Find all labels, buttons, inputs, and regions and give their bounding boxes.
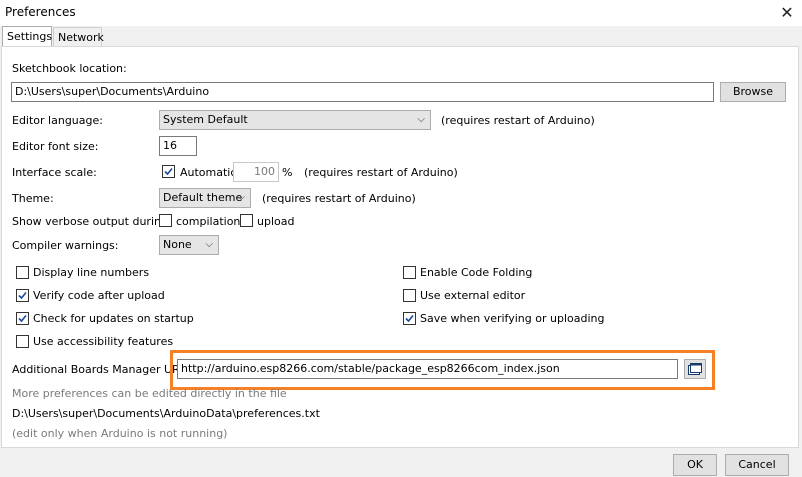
- preferences-path: D:\Users\super\Documents\ArduinoData\pre…: [12, 407, 320, 420]
- verify-after-upload-label: Verify code after upload: [33, 289, 165, 302]
- check-icon: [18, 291, 27, 300]
- theme-note: (requires restart of Arduino): [262, 192, 416, 205]
- sketchbook-input[interactable]: D:\Users\super\Documents\Arduino: [11, 82, 714, 102]
- accessibility-label: Use accessibility features: [33, 335, 174, 348]
- highlight-box: [170, 350, 715, 390]
- editor-language-value: System Default: [163, 113, 248, 126]
- verbose-upload-label: upload: [257, 215, 295, 228]
- save-when-verifying-checkbox[interactable]: [403, 312, 416, 325]
- compiler-warnings-select[interactable]: None ⌵: [159, 235, 219, 255]
- edit-note: (edit only when Arduino is not running): [12, 427, 228, 440]
- theme-label: Theme:: [12, 192, 54, 205]
- theme-value: Default theme: [163, 191, 243, 204]
- ok-button[interactable]: OK: [673, 454, 717, 476]
- external-editor-label: Use external editor: [420, 289, 526, 302]
- scale-input[interactable]: 100: [233, 162, 279, 182]
- save-when-verifying-label: Save when verifying or uploading: [420, 312, 605, 325]
- browse-button[interactable]: Browse: [720, 82, 786, 102]
- automatic-label: Automatic: [180, 166, 237, 179]
- editor-language-label: Editor language:: [12, 114, 103, 127]
- tab-settings[interactable]: Settings: [2, 26, 52, 46]
- editor-language-note: (requires restart of Arduino): [441, 114, 595, 127]
- external-editor-checkbox[interactable]: [403, 289, 416, 302]
- boards-manager-label: Additional Boards Manager URLs:: [12, 363, 196, 376]
- compiler-warnings-value: None: [163, 238, 192, 251]
- interface-scale-label: Interface scale:: [12, 166, 97, 179]
- automatic-checkbox[interactable]: [162, 165, 175, 178]
- code-folding-label: Enable Code Folding: [420, 266, 533, 279]
- window-title: Preferences: [5, 5, 76, 19]
- chevron-down-icon: ⌵: [417, 114, 425, 125]
- check-icon: [164, 167, 173, 176]
- verbose-label: Show verbose output during:: [12, 215, 172, 228]
- verbose-compilation-label: compilation: [176, 215, 241, 228]
- cancel-button[interactable]: Cancel: [725, 454, 789, 476]
- font-size-label: Editor font size:: [12, 140, 99, 153]
- tab-network[interactable]: Network: [53, 27, 104, 46]
- title-bar: Preferences ✕: [0, 0, 802, 26]
- check-updates-checkbox[interactable]: [16, 312, 29, 325]
- code-folding-checkbox[interactable]: [403, 266, 416, 279]
- check-icon: [18, 314, 27, 323]
- font-size-input[interactable]: 16: [159, 136, 197, 156]
- display-line-numbers-checkbox[interactable]: [16, 266, 29, 279]
- verbose-compilation-checkbox[interactable]: [159, 214, 172, 227]
- check-updates-label: Check for updates on startup: [33, 312, 194, 325]
- more-prefs-line: More preferences can be edited directly …: [12, 387, 287, 400]
- theme-select[interactable]: Default theme ⌵: [159, 188, 251, 208]
- editor-language-select[interactable]: System Default ⌵: [159, 110, 431, 130]
- tab-strip: Settings Network: [0, 26, 802, 46]
- percent-label: %: [282, 166, 293, 179]
- verbose-upload-checkbox[interactable]: [240, 214, 253, 227]
- chevron-down-icon: ⌵: [237, 192, 245, 203]
- interface-scale-note: (requires restart of Arduino): [304, 166, 458, 179]
- check-icon: [405, 314, 414, 323]
- compiler-warnings-label: Compiler warnings:: [12, 239, 119, 252]
- close-icon[interactable]: ✕: [776, 2, 798, 24]
- dialog-footer: OK Cancel: [0, 448, 802, 477]
- accessibility-checkbox[interactable]: [16, 335, 29, 348]
- verify-after-upload-checkbox[interactable]: [16, 289, 29, 302]
- display-line-numbers-label: Display line numbers: [33, 266, 150, 279]
- sketchbook-label: Sketchbook location:: [12, 62, 127, 75]
- chevron-down-icon: ⌵: [205, 239, 213, 250]
